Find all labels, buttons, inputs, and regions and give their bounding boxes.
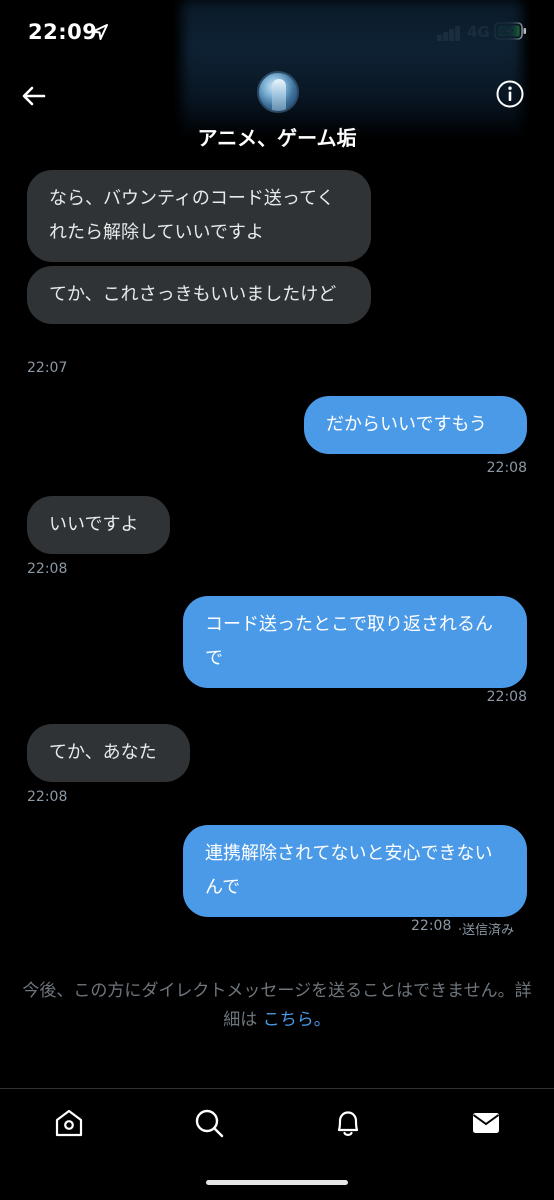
message-bubble[interactable]: 連携解除されてないと安心できないんで xyxy=(183,825,527,917)
location-arrow-icon xyxy=(92,24,108,40)
message-bubble[interactable]: てか、あなた xyxy=(27,724,190,782)
notifications-bell-icon[interactable] xyxy=(332,1107,364,1139)
message-bubble[interactable]: なら、バウンティのコード送ってくれたら解除していいですよ xyxy=(27,170,371,262)
message-timestamp: 22:08 xyxy=(27,789,68,805)
home-indicator[interactable] xyxy=(206,1180,348,1185)
avatar[interactable] xyxy=(257,71,299,113)
message-bubble[interactable]: てか、これさっきもいいましたけど xyxy=(27,266,371,324)
blurred-region xyxy=(182,0,522,140)
chat-title[interactable]: アニメ、ゲーム垢 xyxy=(0,122,554,151)
message-timestamp: 22:08 xyxy=(411,918,452,934)
status-time: 22:09 xyxy=(28,20,98,44)
message-timestamp: 22:07 xyxy=(27,360,68,376)
message-bubble[interactable]: コード送ったとこで取り返されるんで xyxy=(183,596,527,688)
back-arrow-icon[interactable] xyxy=(18,80,50,112)
info-icon[interactable] xyxy=(495,79,525,109)
message-timestamp: 22:08 xyxy=(486,460,527,476)
details-link[interactable]: こちら。 xyxy=(263,1010,331,1030)
home-icon[interactable] xyxy=(53,1107,85,1139)
message-timestamp: 22:08 xyxy=(27,561,68,577)
dm-restriction-notice: 今後、この方にダイレクトメッセージを送ることはできません。詳細は こちら。 xyxy=(14,977,540,1035)
message-status: ·送信済み xyxy=(458,923,515,938)
messages-envelope-icon[interactable] xyxy=(470,1107,502,1139)
message-bubble[interactable]: いいですよ xyxy=(27,496,170,554)
message-timestamp: 22:08 xyxy=(486,689,527,705)
avatar-figure xyxy=(272,79,286,111)
message-bubble[interactable]: だからいいですもう xyxy=(304,396,527,454)
search-icon[interactable] xyxy=(193,1107,225,1139)
